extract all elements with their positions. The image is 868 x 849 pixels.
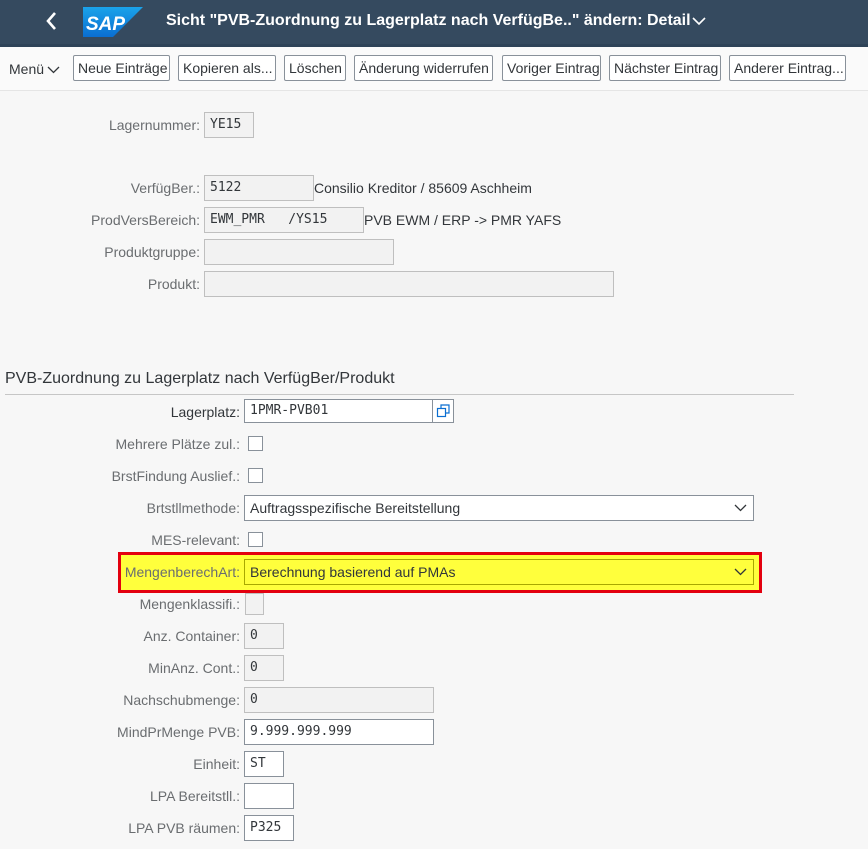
mengenklassifi-label: Mengenklassifi.: bbox=[139, 596, 240, 612]
lpa-pvb-raeumen-input[interactable]: P325 bbox=[244, 815, 294, 841]
sap-logo: SAP bbox=[83, 7, 143, 37]
produkt-field[interactable] bbox=[204, 271, 614, 297]
minanz-cont-label: MinAnz. Cont.: bbox=[148, 660, 240, 676]
brtstllmethode-value: Auftragsspezifische Bereitstellung bbox=[250, 500, 461, 516]
chevron-down-icon bbox=[734, 568, 747, 576]
svg-text:SAP: SAP bbox=[86, 14, 125, 35]
mengenberechart-value: Berechnung basierend auf PMAs bbox=[250, 564, 456, 580]
value-help-icon bbox=[436, 404, 450, 418]
menu-label: Menü bbox=[9, 61, 45, 77]
einheit-input[interactable]: ST bbox=[244, 751, 284, 777]
chevron-down-icon bbox=[47, 66, 60, 74]
produkt-label: Produkt: bbox=[147, 276, 200, 292]
chevron-down-icon[interactable] bbox=[692, 15, 706, 27]
undo-change-button[interactable]: Änderung widerrufen bbox=[354, 55, 493, 81]
mindprmenge-label: MindPrMenge PVB: bbox=[117, 724, 240, 740]
lagerplatz-input[interactable]: 1PMR-PVB01 bbox=[244, 399, 434, 423]
lagernummer-label: Lagernummer: bbox=[108, 117, 200, 133]
shell-header: SAP Sicht "PVB-Zuordnung zu Lagerplatz n… bbox=[0, 0, 868, 44]
produktgruppe-label: Produktgruppe: bbox=[104, 244, 200, 260]
mes-relevant-checkbox[interactable] bbox=[248, 532, 263, 547]
brstfindung-checkbox[interactable] bbox=[248, 468, 263, 483]
new-entries-button[interactable]: Neue Einträge bbox=[73, 55, 170, 81]
anz-container-field[interactable]: 0 bbox=[244, 623, 284, 649]
delete-button[interactable]: Löschen bbox=[284, 55, 346, 81]
page-title: Sicht "PVB-Zuordnung zu Lagerplatz nach … bbox=[166, 12, 691, 29]
section-divider bbox=[5, 394, 794, 395]
verfuegber-description: Consilio Kreditor / 85609 Aschheim bbox=[314, 180, 532, 196]
prodversbereich-label: ProdVersBereich: bbox=[91, 212, 200, 228]
chevron-down-icon bbox=[734, 504, 747, 512]
back-button[interactable] bbox=[44, 10, 64, 34]
verfuegber-field[interactable]: 5122 bbox=[204, 175, 314, 201]
mindprmenge-input[interactable]: 9.999.999.999 bbox=[244, 719, 434, 745]
mengenberechart-label: MengenberechArt: bbox=[124, 564, 240, 580]
brtstllmethode-select[interactable]: Auftragsspezifische Bereitstellung bbox=[244, 495, 754, 521]
previous-entry-button[interactable]: Voriger Eintrag bbox=[502, 55, 601, 81]
brstfindung-label: BrstFindung Auslief.: bbox=[111, 468, 240, 484]
prodversbereich-description: PVB EWM / ERP -> PMR YAFS bbox=[364, 212, 562, 228]
lpa-pvb-raeumen-label: LPA PVB räumen: bbox=[128, 820, 240, 836]
application-toolbar: Menü Neue Einträge Kopieren als... Lösch… bbox=[0, 47, 868, 91]
lagerplatz-label: Lagerplatz: bbox=[170, 404, 240, 420]
section-title: PVB-Zuordnung zu Lagerplatz nach VerfügB… bbox=[5, 370, 395, 387]
lagernummer-field[interactable]: YE15 bbox=[204, 112, 254, 138]
chevron-left-icon bbox=[46, 12, 56, 30]
menu-button[interactable]: Menü bbox=[9, 61, 60, 77]
brtstllmethode-label: Brtstllmethode: bbox=[146, 500, 240, 516]
lpa-bereitstll-input[interactable] bbox=[244, 783, 294, 809]
mengenberechart-select[interactable]: Berechnung basierend auf PMAs bbox=[244, 559, 754, 585]
other-entry-button[interactable]: Anderer Eintrag... bbox=[729, 55, 846, 81]
next-entry-button[interactable]: Nächster Eintrag bbox=[609, 55, 721, 81]
nachschubmenge-label: Nachschubmenge: bbox=[123, 692, 240, 708]
einheit-label: Einheit: bbox=[193, 756, 240, 772]
copy-as-button[interactable]: Kopieren als... bbox=[178, 55, 276, 81]
mehrere-plaetze-checkbox[interactable] bbox=[248, 436, 263, 451]
produktgruppe-field[interactable] bbox=[204, 239, 394, 265]
verfuegber-label: VerfügBer.: bbox=[130, 180, 200, 196]
value-help-button[interactable] bbox=[432, 399, 454, 423]
mes-relevant-label: MES-relevant: bbox=[151, 532, 240, 548]
lpa-bereitstll-label: LPA Bereitstll.: bbox=[149, 788, 240, 804]
mengenklassifi-field[interactable] bbox=[245, 593, 264, 615]
anz-container-label: Anz. Container: bbox=[143, 628, 241, 644]
prodversbereich-field[interactable]: EWM_PMR /YS15 bbox=[204, 207, 364, 233]
mehrere-plaetze-label: Mehrere Plätze zul.: bbox=[115, 436, 241, 452]
nachschubmenge-field[interactable]: 0 bbox=[244, 687, 434, 713]
minanz-cont-field[interactable]: 0 bbox=[244, 655, 284, 681]
